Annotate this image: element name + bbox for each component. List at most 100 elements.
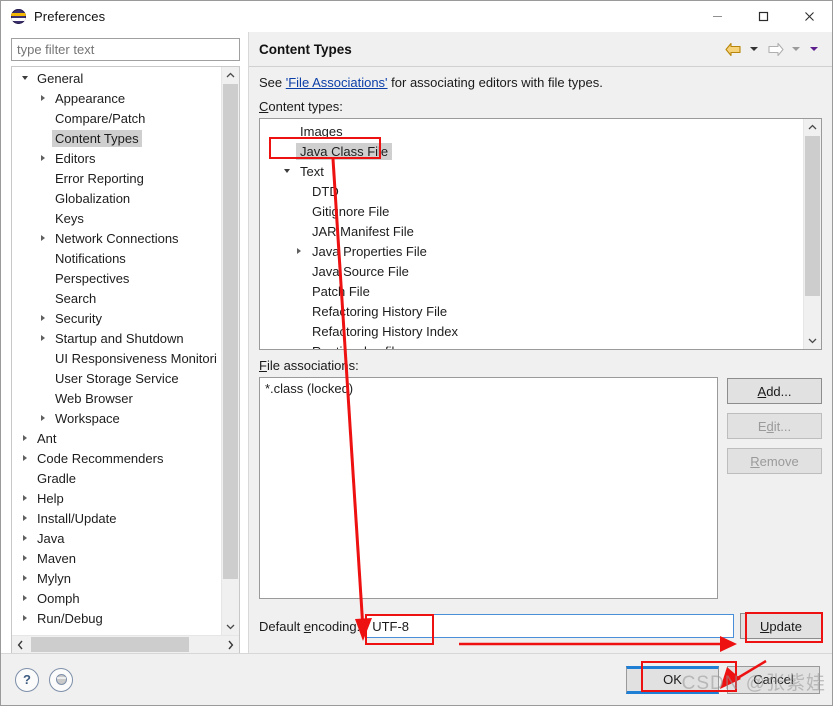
sidebar-item-keys[interactable]: Keys [12, 208, 221, 228]
chevron-right-icon[interactable] [16, 575, 34, 581]
chevron-right-icon[interactable] [16, 535, 34, 541]
sidebar-item-label: Notifications [55, 250, 126, 266]
content-types-scroll-track[interactable] [804, 136, 821, 332]
content-type-text[interactable]: Text [260, 161, 803, 181]
chevron-up-icon[interactable] [804, 119, 821, 136]
chevron-right-icon[interactable] [34, 95, 52, 101]
content-type-runtime-log-files[interactable]: Runtime log files [260, 341, 803, 350]
sidebar-item-workspace[interactable]: Workspace [12, 408, 221, 428]
sidebar-item-user-storage-service[interactable]: User Storage Service [12, 368, 221, 388]
content-type-dtd[interactable]: DTD [260, 181, 803, 201]
sidebar-item-java[interactable]: Java [12, 528, 221, 548]
sidebar-item-notifications[interactable]: Notifications [12, 248, 221, 268]
content-types-vertical-scrollbar[interactable] [803, 119, 821, 349]
sidebar-scroll-thumb[interactable] [223, 84, 238, 579]
chevron-right-icon[interactable] [34, 315, 52, 321]
preferences-sidebar: General Appearance Compare/Patch Content Ty… [1, 32, 249, 653]
sidebar-item-code-recommenders[interactable]: Code Recommenders [12, 448, 221, 468]
title-bar-left: Preferences [1, 9, 105, 24]
sidebar-tree[interactable]: General Appearance Compare/Patch Content Ty… [12, 67, 221, 635]
chevron-right-icon[interactable] [16, 595, 34, 601]
back-arrow-icon[interactable] [722, 38, 744, 60]
sidebar-item-editors[interactable]: Editors [12, 148, 221, 168]
sidebar-item-appearance[interactable]: Appearance [12, 88, 221, 108]
sidebar-item-error-reporting[interactable]: Error Reporting [12, 168, 221, 188]
sidebar-hscroll-track[interactable] [29, 636, 222, 653]
sidebar-item-compare-patch[interactable]: Compare/Patch [12, 108, 221, 128]
chevron-right-icon[interactable] [16, 555, 34, 561]
close-button[interactable] [786, 1, 832, 32]
chevron-right-icon[interactable] [34, 155, 52, 161]
content-type-refactoring-history-index[interactable]: Refactoring History Index [260, 321, 803, 341]
sidebar-item-perspectives[interactable]: Perspectives [12, 268, 221, 288]
chevron-right-icon[interactable] [34, 235, 52, 241]
question-mark-icon[interactable]: ? [15, 667, 39, 692]
sidebar-item-oomph[interactable]: Oomph [12, 588, 221, 608]
sidebar-scroll-track[interactable] [222, 84, 239, 618]
list-item[interactable]: *.class (locked) [265, 381, 712, 396]
sidebar-item-network-connections[interactable]: Network Connections [12, 228, 221, 248]
sidebar-item-ui-responsiveness-monitori[interactable]: UI Responsiveness Monitori [12, 348, 221, 368]
sidebar-item-general[interactable]: General [12, 68, 221, 88]
chevron-right-icon[interactable] [222, 636, 239, 653]
content-type-label: Java Source File [312, 263, 409, 279]
chevron-right-icon[interactable] [34, 335, 52, 341]
maximize-button[interactable] [740, 1, 786, 32]
chevron-down-icon[interactable] [222, 618, 239, 635]
view-menu-chevron-down-icon[interactable] [806, 38, 822, 60]
sidebar-item-gradle[interactable]: Gradle [12, 468, 221, 488]
sidebar-hscroll-thumb[interactable] [31, 637, 189, 652]
chevron-right-icon[interactable] [16, 515, 34, 521]
content-types-scroll-thumb[interactable] [805, 136, 820, 296]
sidebar-horizontal-scrollbar[interactable] [12, 635, 239, 653]
file-associations-listbox[interactable]: *.class (locked) [259, 377, 718, 599]
content-type-patch-file[interactable]: Patch File [260, 281, 803, 301]
back-menu-chevron-down-icon[interactable] [746, 38, 762, 60]
sidebar-item-globalization[interactable]: Globalization [12, 188, 221, 208]
chevron-right-icon[interactable] [16, 435, 34, 441]
sidebar-item-startup-and-shutdown[interactable]: Startup and Shutdown [12, 328, 221, 348]
content-type-java-properties-file[interactable]: Java Properties File [260, 241, 803, 261]
annotation-box-java-class-file [269, 137, 381, 159]
description-prefix: See [259, 75, 286, 90]
add-button-label: dd... [766, 383, 792, 399]
description-suffix: for associating editors with file types. [387, 75, 603, 90]
sidebar-item-search[interactable]: Search [12, 288, 221, 308]
add-button[interactable]: Add... [727, 378, 822, 404]
chevron-left-icon[interactable] [12, 636, 29, 653]
sidebar-item-mylyn[interactable]: Mylyn [12, 568, 221, 588]
sidebar-item-label: Search [55, 290, 97, 306]
chevron-down-icon[interactable] [16, 76, 34, 80]
sidebar-item-label: Startup and Shutdown [55, 330, 184, 346]
chevron-up-icon[interactable] [222, 67, 239, 84]
sidebar-item-install-update[interactable]: Install/Update [12, 508, 221, 528]
sidebar-item-label: User Storage Service [55, 370, 179, 386]
eclipse-circle-icon[interactable] [49, 667, 73, 692]
sidebar-item-security[interactable]: Security [12, 308, 221, 328]
sidebar-item-label: Oomph [37, 590, 80, 606]
chevron-right-icon[interactable] [34, 415, 52, 421]
sidebar-item-help[interactable]: Help [12, 488, 221, 508]
chevron-right-icon[interactable] [16, 455, 34, 461]
sidebar-item-content-types[interactable]: Content Types [12, 128, 221, 148]
chevron-down-icon[interactable] [278, 169, 296, 173]
content-type-jar-manifest-file[interactable]: JAR Manifest File [260, 221, 803, 241]
sidebar-item-label: Ant [37, 430, 57, 446]
sidebar-vertical-scrollbar[interactable] [221, 67, 239, 635]
sidebar-item-ant[interactable]: Ant [12, 428, 221, 448]
content-type-refactoring-history-file[interactable]: Refactoring History File [260, 301, 803, 321]
content-type-gitignore-file[interactable]: Gitignore File [260, 201, 803, 221]
minimize-button[interactable] [694, 1, 740, 32]
chevron-right-icon[interactable] [16, 495, 34, 501]
search-input[interactable] [11, 38, 240, 61]
chevron-right-icon[interactable] [16, 615, 34, 621]
sidebar-item-maven[interactable]: Maven [12, 548, 221, 568]
sidebar-item-run-debug[interactable]: Run/Debug [12, 608, 221, 628]
chevron-down-icon[interactable] [804, 332, 821, 349]
content-type-java-source-file[interactable]: Java Source File [260, 261, 803, 281]
chevron-right-icon[interactable] [290, 248, 308, 254]
file-associations-link[interactable]: 'File Associations' [286, 75, 388, 90]
sidebar-item-label: Compare/Patch [55, 110, 146, 126]
sidebar-item-label: UI Responsiveness Monitori [55, 350, 217, 366]
sidebar-item-web-browser[interactable]: Web Browser [12, 388, 221, 408]
